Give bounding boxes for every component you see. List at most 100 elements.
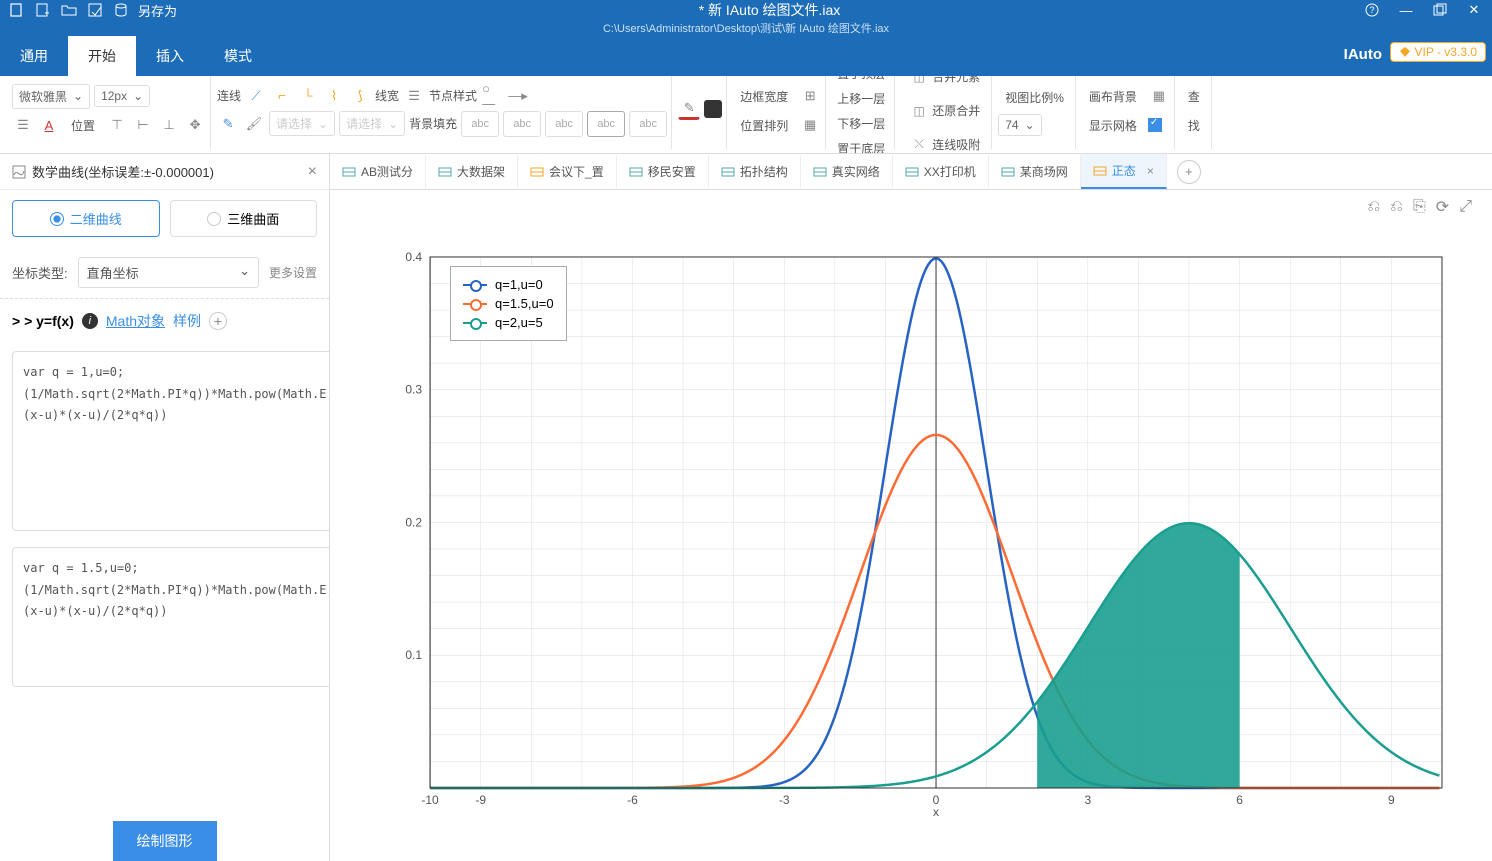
tab-icon [438, 165, 452, 179]
abc-box4[interactable]: abc [587, 111, 625, 137]
linewidth-icon[interactable]: ☰ [403, 85, 425, 107]
doc-tab-2[interactable]: 会议下_置 [518, 155, 617, 188]
vip-badge[interactable]: VIP - v3.3.0 [1390, 42, 1486, 62]
minimize-icon[interactable]: — [1396, 0, 1416, 20]
border-icon[interactable]: ⊞ [799, 85, 821, 107]
menu-general[interactable]: 通用 [0, 36, 68, 76]
abc-box1[interactable]: abc [461, 111, 499, 137]
more-settings-link[interactable]: 更多设置 [269, 264, 317, 281]
ratio-select[interactable]: 74⌄ [998, 114, 1041, 136]
posarrange-button[interactable]: 位置排列 [733, 113, 795, 138]
refresh-icon[interactable]: ⟳ [1436, 197, 1449, 217]
layer-bottom[interactable]: 置于底层 [832, 138, 890, 155]
line-elbow1-icon[interactable]: ⌐ [271, 85, 293, 107]
menu-start[interactable]: 开始 [68, 36, 136, 76]
line-curve-icon[interactable]: ⟆ [349, 85, 371, 107]
edit-icon[interactable]: ✎ [217, 113, 239, 135]
doc-tab-0[interactable]: AB测试分 [330, 155, 426, 188]
save-icon[interactable] [86, 1, 104, 19]
doc-tab-3[interactable]: 移民安置 [617, 155, 709, 188]
sidebar-close-icon[interactable]: × [308, 163, 317, 181]
select2[interactable]: 请选择⌄ [339, 111, 405, 136]
pen-color-icon[interactable]: ✎ [678, 98, 700, 120]
maximize-icon[interactable] [1430, 0, 1450, 20]
add-tab-button[interactable]: + [1177, 160, 1201, 184]
code-input-1[interactable]: var q = 1,u=0; (1/Math.sqrt(2*Math.PI*q)… [12, 351, 330, 531]
redo-icon[interactable]: ⎌ [1390, 198, 1403, 216]
document-tabs: AB测试分大数据架会议下_置移民安置拓扑结构真实网络XX打印机某商场网正态× + [330, 154, 1492, 190]
snap-button[interactable]: ⤬连线吸附 [901, 130, 987, 155]
fill-color-icon[interactable] [704, 100, 722, 118]
doc-tab-5[interactable]: 真实网络 [801, 155, 893, 188]
code-input-2[interactable]: var q = 1.5,u=0; (1/Math.sqrt(2*Math.PI*… [12, 547, 330, 687]
tab-3d-surface[interactable]: 三维曲面 [170, 200, 318, 237]
line-zigzag-icon[interactable]: ⌇ [323, 85, 345, 107]
abc-box5[interactable]: abc [629, 111, 667, 137]
tab-icon [905, 165, 919, 179]
move-icon[interactable]: ✥ [184, 114, 206, 136]
showgrid-checkbox[interactable] [1148, 118, 1162, 132]
new-doc-icon[interactable] [34, 1, 52, 19]
node-start-icon[interactable]: ○— [481, 85, 503, 107]
select1[interactable]: 请选择⌄ [269, 111, 335, 136]
doc-tab-6[interactable]: XX打印机 [893, 155, 989, 188]
search-button[interactable]: 查 [1181, 84, 1207, 109]
nodestyle-label: 节点样式 [429, 87, 477, 104]
add-formula-button[interactable]: + [209, 312, 227, 330]
doc-tab-7[interactable]: 某商场网 [989, 155, 1081, 188]
close-icon[interactable]: ✕ [1464, 0, 1484, 20]
borderwidth-button[interactable]: 边框宽度 [733, 84, 795, 109]
find-button[interactable]: 找 [1181, 113, 1207, 138]
abc-box2[interactable]: abc [503, 111, 541, 137]
svg-text:-9: -9 [475, 793, 486, 807]
chart-canvas[interactable]: -10-9-6-303690.10.20.30.4x .legend-item:… [330, 224, 1492, 861]
info-icon[interactable]: i [82, 313, 98, 329]
menu-insert[interactable]: 插入 [136, 36, 204, 76]
brush-icon[interactable]: 🖌 [243, 113, 265, 135]
open-icon[interactable] [60, 1, 78, 19]
sample-link[interactable]: 样例 [173, 311, 201, 331]
svg-text:?: ? [1369, 5, 1374, 15]
doc-tab-8[interactable]: 正态× [1081, 154, 1167, 189]
linetype-label: 连线 [217, 87, 241, 104]
help-icon[interactable]: ? [1362, 0, 1382, 20]
node-end-icon[interactable]: —▸ [507, 85, 529, 107]
line-elbow2-icon[interactable]: └ [297, 85, 319, 107]
ribbon-toolbar: 微软雅黑⌄ 12px⌄ ☰ A 位置 ⊤ ⊢ ⊥ ✥ 连线 ⟋ ⌐ └ ⌇ ⟆ … [0, 68, 1492, 154]
abc-box3[interactable]: abc [545, 111, 583, 137]
viewratio-label: 视图比例% [998, 85, 1071, 110]
arrange-icon[interactable]: ▦ [799, 114, 821, 136]
math-object-link[interactable]: Math对象 [106, 311, 165, 331]
draw-button[interactable]: 绘制图形 [113, 821, 217, 861]
db-icon[interactable] [112, 1, 130, 19]
coord-select[interactable]: 直角坐标⌄ [78, 257, 259, 288]
copy-icon[interactable]: ⎘ [1413, 198, 1426, 216]
valign-bot-icon[interactable]: ⊥ [158, 114, 180, 136]
new-file-icon[interactable] [8, 1, 26, 19]
bg-icon[interactable]: ▦ [1148, 85, 1170, 107]
saveas-button[interactable]: 另存为 [138, 1, 177, 20]
position-button[interactable]: 位置 [64, 113, 102, 138]
vip-text: VIP - v3.3.0 [1415, 45, 1477, 59]
expand-icon[interactable]: ⤢ [1459, 198, 1472, 216]
svg-text:x: x [933, 805, 939, 819]
doc-tab-4[interactable]: 拓扑结构 [709, 155, 801, 188]
layer-down[interactable]: 下移一层 [832, 113, 890, 134]
canvasbg-button[interactable]: 画布背景 [1082, 84, 1144, 109]
chart-legend: .legend-item:nth-child(1) .legend-mark::… [450, 266, 567, 341]
line-straight-icon[interactable]: ⟋ [245, 85, 267, 107]
tab-2d-curve[interactable]: 二维曲线 [12, 200, 160, 237]
valign-mid-icon[interactable]: ⊢ [132, 114, 154, 136]
fontsize-select[interactable]: 12px⌄ [94, 85, 150, 107]
align-icon[interactable]: ☰ [12, 114, 34, 136]
coord-label: 坐标类型: [12, 263, 68, 282]
valign-top-icon[interactable]: ⊤ [106, 114, 128, 136]
unmerge-button[interactable]: ◫还原合并 [901, 96, 987, 126]
font-select[interactable]: 微软雅黑⌄ [12, 84, 90, 109]
undo-icon[interactable]: ⎌ [1367, 198, 1380, 216]
svg-text:0.1: 0.1 [405, 648, 422, 662]
color-icon[interactable]: A [38, 114, 60, 136]
menu-mode[interactable]: 模式 [204, 36, 272, 76]
doc-tab-1[interactable]: 大数据架 [426, 155, 518, 188]
layer-up[interactable]: 上移一层 [832, 88, 890, 109]
